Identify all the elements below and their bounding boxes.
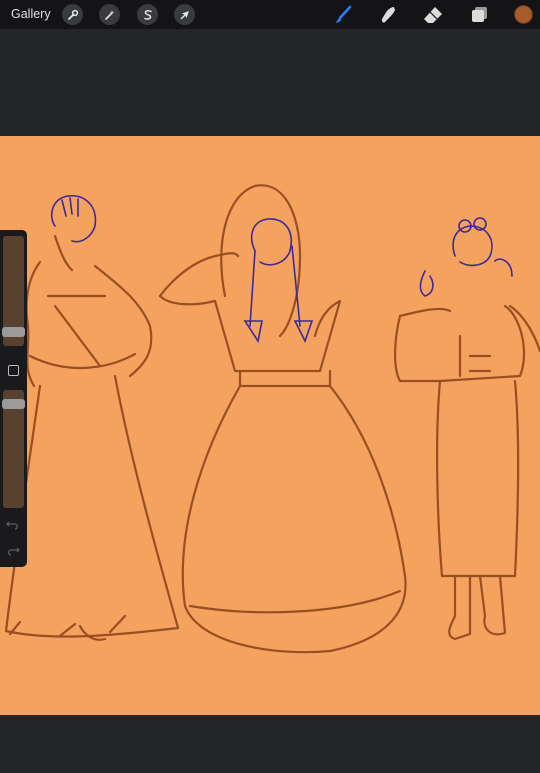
- brush-sidebar: [0, 230, 27, 567]
- wrench-icon: [67, 9, 78, 20]
- bottom-workspace-area: [0, 715, 540, 773]
- actions-button[interactable]: [62, 4, 83, 25]
- transform-button[interactable]: [174, 4, 195, 25]
- brush-icon[interactable]: [332, 4, 354, 26]
- drawing-canvas[interactable]: [0, 136, 540, 715]
- gallery-button[interactable]: Gallery: [11, 7, 51, 21]
- sketch-artwork: [4, 184, 540, 654]
- selection-button[interactable]: [137, 4, 158, 25]
- undo-icon[interactable]: [5, 516, 21, 532]
- smudge-finger-icon[interactable]: [377, 4, 399, 26]
- eraser-icon[interactable]: [422, 4, 444, 26]
- arrow-cursor-icon: [180, 10, 189, 19]
- brush-size-thumb[interactable]: [2, 327, 25, 337]
- selection-s-icon: [143, 9, 152, 20]
- color-picker-button[interactable]: [514, 5, 533, 24]
- magic-wand-icon: [104, 9, 114, 20]
- top-toolbar: Gallery: [0, 0, 540, 29]
- opacity-thumb[interactable]: [2, 399, 25, 409]
- square-modifier-icon[interactable]: [8, 365, 19, 376]
- adjustments-button[interactable]: [99, 4, 120, 25]
- layers-icon[interactable]: [468, 4, 490, 26]
- redo-icon[interactable]: [5, 542, 21, 558]
